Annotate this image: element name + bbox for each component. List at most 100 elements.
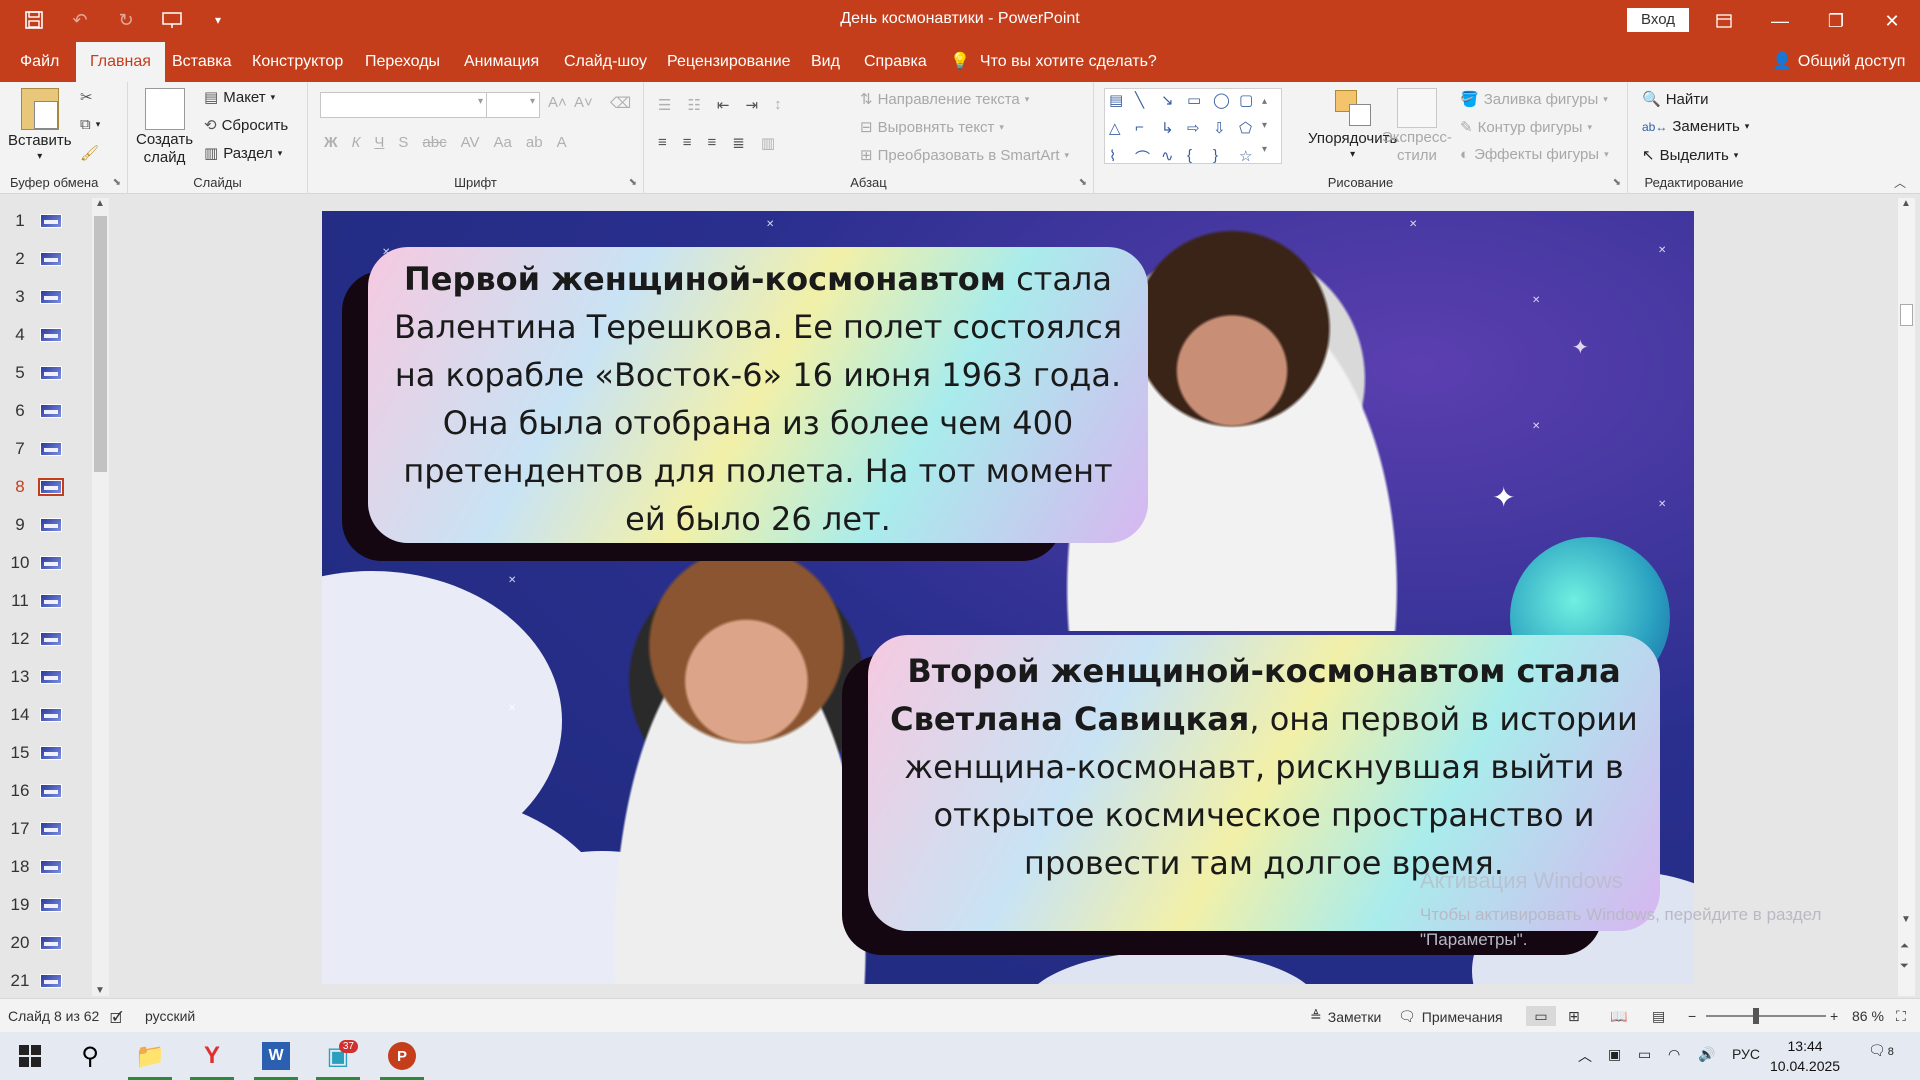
align-center-icon[interactable]: ≡ — [683, 134, 692, 152]
slide-thumbnail[interactable]: 9 — [0, 510, 90, 540]
right-brace-shape-icon[interactable]: } — [1213, 147, 1237, 173]
bullets-icon[interactable]: ☰ — [658, 96, 671, 114]
share-button[interactable]: 👤 Общий доступ — [1772, 42, 1905, 82]
rounded-rect-shape-icon[interactable]: ▢ — [1239, 91, 1263, 117]
zoom-slider-handle[interactable] — [1753, 1008, 1759, 1024]
slide-thumbnail-image[interactable] — [40, 366, 62, 380]
align-left-icon[interactable]: ≡ — [658, 134, 667, 152]
change-case-icon[interactable]: Aa — [494, 134, 512, 151]
shapes-gallery[interactable]: ▤ ╲ ↘ ▭ ◯ ▢ △ ⌐ ↳ ⇨ ⇩ ⬠ ⌇ ⌒ ∿ { } ☆ — [1104, 88, 1282, 167]
slide-thumbnail-image[interactable] — [40, 518, 62, 532]
taskbar-yandex-browser[interactable]: Y — [186, 1032, 238, 1080]
search-button[interactable]: ⚲ — [64, 1032, 116, 1080]
arrow-line-shape-icon[interactable]: ↘ — [1161, 91, 1185, 117]
new-slide-button[interactable]: Создать слайд — [136, 88, 193, 166]
scroll-up-icon[interactable]: ▲ — [95, 198, 105, 209]
dialog-launcher-icon[interactable]: ⬊ — [629, 177, 637, 188]
clear-formatting-icon[interactable]: ⌫ — [610, 94, 631, 112]
wifi-icon[interactable]: ◠ — [1668, 1046, 1680, 1063]
slide-thumbnail[interactable]: 7 — [0, 434, 90, 464]
slide-thumbnail[interactable]: 4 — [0, 320, 90, 350]
slide-thumbnail[interactable]: 11 — [0, 586, 90, 616]
slide-thumbnail[interactable]: 21 — [0, 966, 90, 996]
taskbar-powerpoint[interactable]: P — [376, 1032, 428, 1080]
replace-button[interactable]: ab↔ Заменить ▾ — [1642, 118, 1749, 135]
bold-icon[interactable]: Ж — [324, 134, 338, 151]
decrease-indent-icon[interactable]: ⇤ — [717, 96, 730, 114]
slide-thumbnail-image[interactable] — [38, 478, 64, 496]
tell-me-search[interactable]: 💡 Что вы хотите сделать? — [950, 42, 1157, 82]
slide-thumbnail[interactable]: 10 — [0, 548, 90, 578]
line-shape-icon[interactable]: ╲ — [1135, 91, 1159, 117]
fit-to-window-button[interactable]: ⛶ — [1896, 1008, 1906, 1025]
zoom-slider-track[interactable] — [1706, 1015, 1826, 1017]
slide-thumbnail[interactable]: 13 — [0, 662, 90, 692]
slide-thumbnail[interactable]: 20 — [0, 928, 90, 958]
increase-indent-icon[interactable]: ⇥ — [745, 96, 758, 114]
numbering-icon[interactable]: ☷ — [687, 96, 700, 114]
font-size-input[interactable]: ▾ — [486, 92, 540, 118]
slide-thumbnail[interactable]: 6 — [0, 396, 90, 426]
arc-shape-icon[interactable]: ⌒ — [1135, 147, 1159, 173]
text-box-1[interactable]: Первой женщиной-космонавтом стала Валент… — [368, 247, 1148, 543]
italic-icon[interactable]: К — [352, 134, 361, 151]
restore-icon[interactable]: ❐ — [1808, 0, 1864, 42]
elbow-arrow-shape-icon[interactable]: ↳ — [1161, 119, 1185, 145]
slide-thumbnail-image[interactable] — [40, 252, 62, 266]
font-color-icon[interactable]: A — [557, 134, 567, 151]
justify-icon[interactable]: ≣ — [732, 134, 745, 152]
slide-thumbnail-image[interactable] — [40, 632, 62, 646]
slide-thumbnail[interactable]: 8 — [0, 472, 90, 502]
tab-slideshow[interactable]: Слайд-шоу — [562, 42, 649, 82]
slide-thumbnail[interactable]: 17 — [0, 814, 90, 844]
rectangle-shape-icon[interactable]: ▭ — [1187, 91, 1211, 117]
slide-thumbnail-image[interactable] — [40, 974, 62, 988]
notification-center-icon[interactable]: 🗨 8 — [1868, 1042, 1894, 1059]
paste-button[interactable]: Вставить ▾ — [8, 88, 72, 162]
select-button[interactable]: ↖ Выделить ▾ — [1642, 146, 1738, 165]
slide-thumbnail-image[interactable] — [40, 442, 62, 456]
tab-file[interactable]: Файл — [18, 42, 61, 82]
slide-thumbnail-image[interactable] — [40, 898, 62, 912]
slide-thumbnail[interactable]: 19 — [0, 890, 90, 920]
tab-animations[interactable]: Анимация — [462, 42, 541, 82]
star-shape-icon[interactable]: ☆ — [1239, 147, 1263, 173]
close-icon[interactable]: ✕ — [1864, 0, 1920, 42]
scroll-up-icon[interactable]: ▲ — [1901, 198, 1911, 209]
tray-chevron-icon[interactable]: ︿ — [1578, 1046, 1592, 1066]
slide-thumbnail-image[interactable] — [40, 746, 62, 760]
zoom-out-button[interactable]: − — [1688, 1008, 1696, 1024]
slide-thumbnail-image[interactable] — [40, 404, 62, 418]
slide-thumbnail-image[interactable] — [40, 556, 62, 570]
slide-thumbnail-image[interactable] — [40, 822, 62, 836]
slide-thumbnail-image[interactable] — [40, 290, 62, 304]
dialog-launcher-icon[interactable]: ⬊ — [1079, 177, 1087, 188]
slide-thumbnail-image[interactable] — [40, 784, 62, 798]
increase-font-icon[interactable]: A˄ — [548, 94, 567, 111]
smartart-button[interactable]: ⊞ Преобразовать в SmartArt ▾ — [860, 146, 1069, 165]
quick-styles-button[interactable]: Экспресс- стили — [1382, 88, 1452, 164]
start-button[interactable] — [4, 1032, 56, 1080]
slide-thumbnail-image[interactable] — [40, 860, 62, 874]
slide-thumbnail-image[interactable] — [40, 936, 62, 950]
align-right-icon[interactable]: ≡ — [708, 134, 717, 152]
slide-thumbnail[interactable]: 3 — [0, 282, 90, 312]
text-direction-button[interactable]: ⇅ Направление текста ▾ — [860, 90, 1029, 109]
slide-thumbnail[interactable]: 18 — [0, 852, 90, 882]
columns-icon[interactable]: ▥ — [761, 134, 775, 152]
slide-thumbnail[interactable]: 12 — [0, 624, 90, 654]
tab-transitions[interactable]: Переходы — [363, 42, 442, 82]
textbox-shape-icon[interactable]: ▤ — [1109, 91, 1133, 117]
slide-scroll-thumb[interactable] — [1900, 304, 1913, 326]
slide-sorter-button[interactable]: ⊞ — [1568, 1008, 1580, 1025]
reading-view-button[interactable]: 📖 — [1610, 1008, 1627, 1025]
comments-button[interactable]: 🗨 Примечания — [1398, 1008, 1503, 1025]
slide-thumbnail-image[interactable] — [40, 214, 62, 228]
slide-thumbnail[interactable]: 5 — [0, 358, 90, 388]
copy-button[interactable]: ⧉ ▾ — [80, 116, 100, 133]
shape-outline-button[interactable]: ✎ Контур фигуры ▾ — [1460, 118, 1592, 137]
ribbon-display-options-icon[interactable] — [1696, 0, 1752, 42]
highlight-icon[interactable]: ab — [526, 134, 543, 151]
slide-thumbnail[interactable]: 14 — [0, 700, 90, 730]
format-painter-button[interactable]: 🖌 — [80, 144, 99, 162]
